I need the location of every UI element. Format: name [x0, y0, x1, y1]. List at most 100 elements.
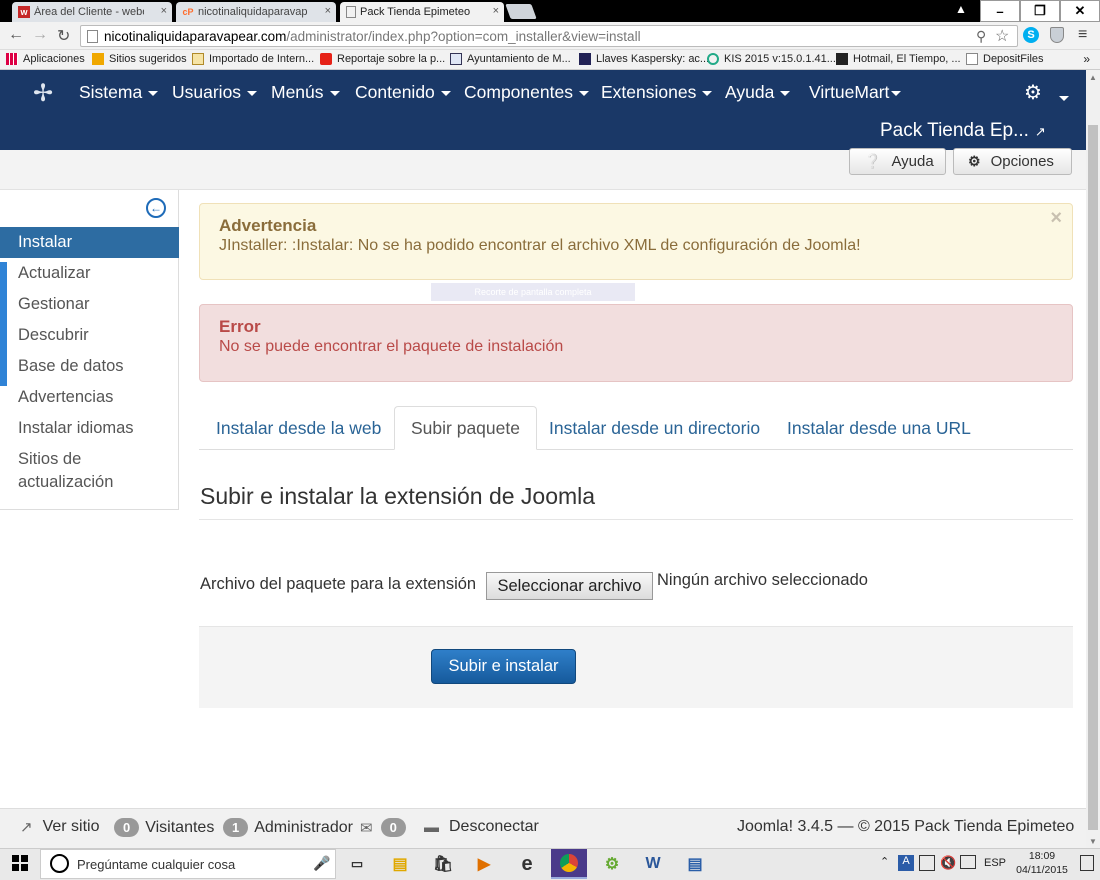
windows-start-icon[interactable]: [12, 855, 28, 871]
bookmark-suggested[interactable]: Sitios sugeridos: [92, 53, 187, 65]
sidebar-item-sitios-actualizacion-line2[interactable]: actualización: [0, 471, 179, 494]
chrome-browser-icon[interactable]: [551, 849, 587, 879]
site-name-link[interactable]: Pack Tienda Ep... ↗: [880, 120, 1046, 142]
page-icon: [966, 53, 978, 65]
menu-label: Ayuda: [725, 82, 775, 102]
action-center-icon[interactable]: [960, 855, 976, 869]
joomla-logo-icon[interactable]: ✢: [30, 80, 56, 107]
close-tab-icon[interactable]: ×: [493, 5, 499, 17]
forward-arrow-icon[interactable]: →: [32, 26, 48, 44]
word-icon[interactable]: W: [640, 851, 666, 877]
bookmark-imported[interactable]: Importado de Intern...: [192, 53, 314, 65]
upload-install-button[interactable]: Subir e instalar: [431, 649, 576, 684]
browser-tab-cpanel[interactable]: cP nicotinaliquidaparavapear ×: [176, 2, 336, 22]
bookmark-star-icon[interactable]: ☆: [995, 26, 1009, 46]
browser-tab-pack-tienda[interactable]: Pack Tienda Epimeteo - A ×: [340, 2, 504, 22]
scroll-up-arrow-icon[interactable]: ▲: [1086, 70, 1100, 84]
tab-instalar-url[interactable]: Instalar desde una URL: [771, 406, 987, 450]
tab-instalar-web[interactable]: Instalar desde la web: [200, 406, 397, 450]
back-arrow-icon[interactable]: ←: [8, 26, 24, 44]
admin-status[interactable]: 1 Administrador: [223, 818, 353, 837]
system-clock[interactable]: 18:09 04/11/2015: [1012, 849, 1072, 877]
menu-menus[interactable]: Menús: [271, 82, 340, 103]
tray-app-icon[interactable]: A: [898, 855, 914, 871]
gear-icon: ⚙: [968, 153, 981, 169]
sidebar-item-instalar-idiomas[interactable]: Instalar idiomas: [0, 417, 179, 440]
sidebar-item-base-datos[interactable]: Base de datos: [0, 355, 179, 378]
new-tab-button[interactable]: [505, 4, 537, 19]
sidebar-item-advertencias[interactable]: Advertencias: [0, 386, 179, 409]
tab-instalar-directorio[interactable]: Instalar desde un directorio: [533, 406, 776, 450]
messages-status[interactable]: ✉ 0: [360, 818, 412, 837]
file-explorer-icon[interactable]: ▤: [387, 851, 413, 877]
language-indicator[interactable]: ESP: [984, 857, 1006, 869]
notifications-icon[interactable]: [1080, 855, 1094, 871]
security-extension-icon[interactable]: [1050, 27, 1064, 43]
bookmark-kaspersky[interactable]: Llaves Kaspersky: ac...: [579, 53, 709, 65]
menu-virtuemart[interactable]: VirtueMart: [809, 82, 902, 103]
menu-ayuda[interactable]: Ayuda: [725, 82, 791, 103]
browser-menu-icon[interactable]: ≡: [1078, 26, 1087, 44]
sidebar-item-descubrir[interactable]: Descubrir: [0, 324, 179, 347]
bookmark-ayuntamiento[interactable]: Ayuntamiento de M...: [450, 53, 571, 65]
bookmark-depositfiles[interactable]: DepositFiles: [966, 53, 1044, 65]
tool-app-icon[interactable]: ⚙: [599, 851, 625, 877]
url-input[interactable]: nicotinaliquidaparavapear.com/administra…: [80, 25, 1018, 47]
caret-down-icon: [148, 90, 159, 96]
bookmark-hotmail[interactable]: Hotmail, El Tiempo, ...: [836, 53, 961, 65]
media-player-icon[interactable]: ▶: [471, 851, 497, 877]
network-app-icon[interactable]: ▤: [682, 851, 708, 877]
browser-tab-cliente[interactable]: w Área del Cliente - webem ×: [12, 2, 172, 22]
sidebar-item-gestionar[interactable]: Gestionar: [0, 293, 179, 316]
cortana-search-box[interactable]: Pregúntame cualquier cosa: [40, 849, 336, 879]
microphone-icon[interactable]: 🎤: [313, 855, 330, 872]
more-bookmarks-icon[interactable]: »: [1083, 52, 1090, 66]
youtube-icon: [320, 53, 332, 65]
options-button[interactable]: ⚙ Opciones: [953, 148, 1072, 175]
warning-alert: Advertencia JInstaller: :Instalar: No se…: [199, 203, 1073, 280]
sidebar-toggle-arrow-icon[interactable]: ←: [146, 198, 166, 218]
tab-subir-paquete[interactable]: Subir paquete: [394, 406, 537, 450]
sidebar-item-instalar[interactable]: Instalar: [0, 227, 179, 258]
bookmark-apps[interactable]: Aplicaciones: [6, 53, 85, 65]
edge-browser-icon[interactable]: e: [514, 851, 540, 877]
menu-extensiones[interactable]: Extensiones: [601, 82, 713, 103]
webempresa-favicon-icon: w: [18, 6, 30, 18]
show-hidden-icons-caret[interactable]: ⌃: [880, 855, 889, 868]
close-tab-icon[interactable]: ×: [161, 5, 167, 17]
bookmark-reportaje[interactable]: Reportaje sobre la p...: [320, 53, 445, 65]
sidebar-item-sitios-actualizacion[interactable]: Sitios de: [0, 448, 179, 471]
menu-contenido[interactable]: Contenido: [355, 82, 451, 103]
skype-extension-icon[interactable]: S: [1023, 27, 1039, 43]
restore-button[interactable]: ❐: [1020, 0, 1060, 22]
user-settings-gear-icon[interactable]: ⚙: [1024, 80, 1042, 105]
store-icon[interactable]: 🛍: [430, 851, 456, 877]
logout-link[interactable]: ▬ Desconectar: [424, 818, 539, 836]
zoom-icon[interactable]: ⚲: [976, 28, 986, 45]
keyboard-icon[interactable]: [919, 855, 935, 871]
view-site-link[interactable]: ↗ Ver sitio: [20, 818, 100, 836]
close-window-button[interactable]: ✕: [1060, 0, 1100, 22]
minimize-button[interactable]: –: [980, 0, 1020, 22]
select-file-button[interactable]: Seleccionar archivo: [486, 572, 653, 600]
bookmark-kis[interactable]: KIS 2015 v:15.0.1.41...: [707, 53, 836, 65]
menu-usuarios[interactable]: Usuarios: [172, 82, 258, 103]
reload-icon[interactable]: ↻: [57, 26, 70, 46]
caret-down-icon[interactable]: [1053, 90, 1069, 108]
help-button[interactable]: ❔ Ayuda: [849, 148, 946, 175]
sidebar-item-actualizar[interactable]: Actualizar: [0, 262, 179, 285]
menu-componentes[interactable]: Componentes: [464, 82, 589, 103]
volume-muted-icon[interactable]: 🔇: [940, 855, 956, 871]
visitors-status[interactable]: 0 Visitantes: [114, 818, 214, 837]
site-name-label: Pack Tienda Ep...: [880, 120, 1029, 141]
close-alert-icon[interactable]: ×: [1050, 207, 1062, 230]
user-icon[interactable]: ▲: [955, 2, 967, 16]
close-tab-icon[interactable]: ×: [325, 5, 331, 17]
menu-label: Menús: [271, 82, 324, 102]
msn-icon: [836, 53, 848, 65]
menu-sistema[interactable]: Sistema: [79, 82, 159, 103]
scrollbar-thumb[interactable]: [1088, 125, 1098, 830]
messages-badge: 0: [380, 818, 406, 837]
task-view-icon[interactable]: ▭: [344, 851, 370, 877]
scroll-down-arrow-icon[interactable]: ▼: [1086, 834, 1100, 848]
